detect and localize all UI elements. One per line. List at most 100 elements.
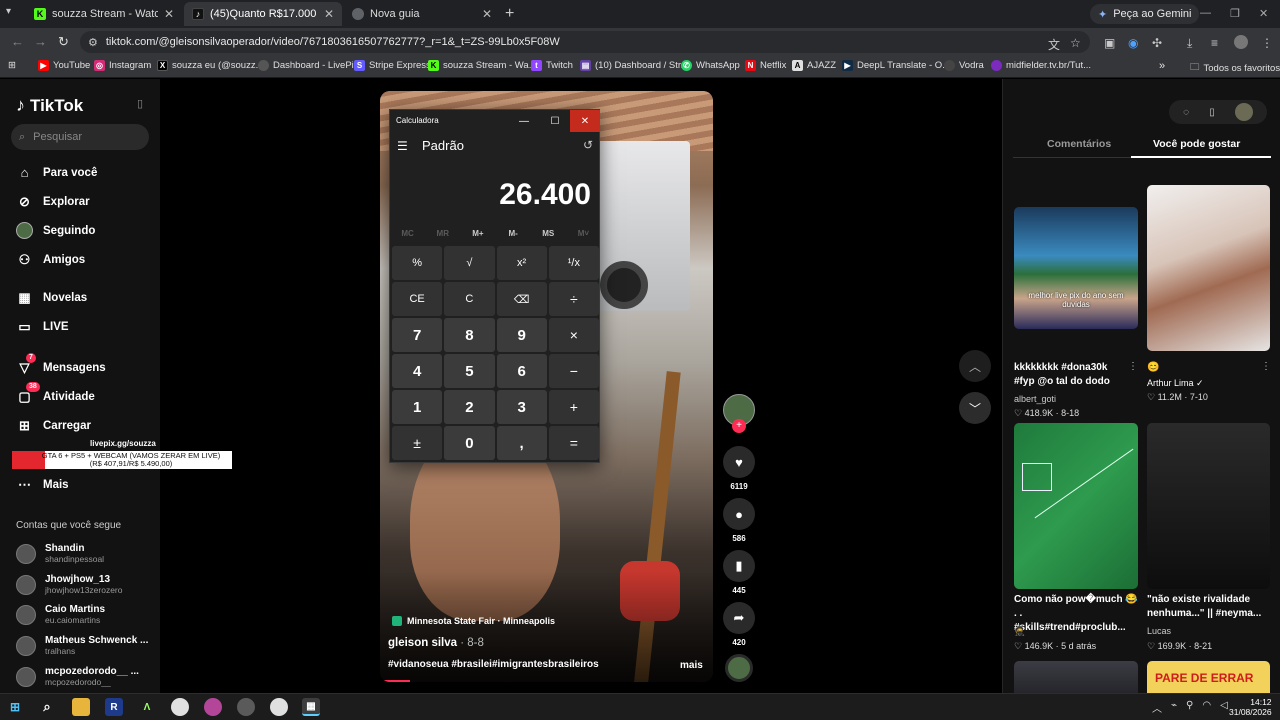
volume-icon[interactable]: ◁ [1220,700,1228,715]
following-account[interactable]: Caio Martins eu.caiomartins [16,604,105,625]
minimize-icon[interactable]: — [1200,7,1211,19]
close-tab-icon[interactable]: ✕ [482,7,492,21]
close-tab-icon[interactable]: ✕ [324,7,334,21]
music-disc-icon[interactable] [725,654,753,682]
apps-icon[interactable]: ⊞ [8,60,16,71]
suggested-video-card[interactable]: PARE DE ERRAR "não existe rivalidade nenh… [1147,423,1271,653]
menu-icon[interactable]: ⋮ [1261,36,1273,50]
following-account[interactable]: Matheus Schwenck ... tralhans [16,635,148,656]
more-options-icon[interactable]: ⋮ [1128,361,1138,372]
nav-mais[interactable]: ⋯ Mais [16,476,69,493]
all-bookmarks-folder[interactable]: 🗀 Todos os favoritos [1190,60,1280,76]
clear-entry-key[interactable]: CE [392,282,443,316]
clear-key[interactable]: C [444,282,495,316]
extension-icon[interactable]: ▣ [1104,36,1115,50]
nav-seguindo[interactable]: Seguindo [16,222,95,239]
bookmark-kick-stream[interactable]: Ksouzza Stream - Wa... [428,60,537,71]
tab-comentarios[interactable]: Comentários [1047,138,1111,150]
decimal-key[interactable]: , [496,426,547,460]
digit-4-key[interactable]: 4 [392,354,443,388]
usb-icon[interactable]: ⚲ [1186,700,1193,715]
suggested-video-card[interactable]: 😊 Arthur Lima ✓ ♡ 11.2M · 7-10 ⋮ [1147,185,1271,415]
more-bookmarks-icon[interactable]: » [1159,60,1165,72]
memory-subtract-button[interactable]: M- [496,229,531,238]
memory-clear-button[interactable]: MC [390,229,425,238]
following-account[interactable]: Jhowjhow_13 jhowjhow13zerozero [16,574,123,595]
close-window-icon[interactable]: ✕ [1259,7,1268,20]
chrome-icon[interactable] [171,698,189,716]
nav-live[interactable]: ▭ LIVE [16,318,68,335]
restore-icon[interactable]: ❐ [1230,7,1240,20]
nav-para-voce[interactable]: ⌂ Para você [16,164,98,181]
bookmark-x-souzza[interactable]: Xsouzza eu (@souzz... [157,60,264,71]
network-icon[interactable]: ⌁ [1171,700,1177,715]
subtract-key[interactable]: − [548,354,599,388]
url-text[interactable]: tiktok.com/@gleisonsilvaoperador/video/7… [106,36,560,48]
next-video-button[interactable]: ﹀ [959,392,991,424]
bookmark-netflix[interactable]: N Netflix [745,60,786,71]
add-key[interactable]: + [548,390,599,424]
digit-9-key[interactable]: 9 [496,318,547,352]
reciprocal-key[interactable]: ¹/x [548,246,599,280]
digit-8-key[interactable]: 8 [444,318,495,352]
close-window-button[interactable]: ✕ [570,110,600,132]
bookmark-twitch[interactable]: t Twitch [531,60,573,71]
memory-list-button[interactable]: M˅ [566,229,601,238]
memory-recall-button[interactable]: MR [425,229,460,238]
extensions-puzzle-icon[interactable]: ✣ [1152,36,1162,50]
negate-key[interactable]: ± [392,426,443,460]
bookmark-livepix[interactable]: Dashboard - LivePix [258,60,359,71]
calculator-window[interactable]: Calculadora — ☐ ✕ ☰ Padrão ↺ 26.400 MC M… [389,109,600,463]
bookmark-youtube[interactable]: ▶ YouTube [38,60,90,71]
memory-add-button[interactable]: M+ [460,229,495,238]
digit-2-key[interactable]: 2 [444,390,495,424]
suggested-video-card[interactable]: melhor live pix do ano sem duvidas kkkkk… [1014,185,1139,418]
address-bar[interactable]: ⚙ tiktok.com/@gleisonsilvaoperador/video… [80,31,1090,53]
nav-carregar[interactable]: ⊞ Carregar [16,417,91,434]
taskbar-clock[interactable]: 14:12 31/08/2026 [1229,697,1272,717]
following-account[interactable]: Shandin shandinpessoal [16,543,104,564]
percent-key[interactable]: % [392,246,443,280]
download-icon[interactable]: ⤓ [1187,36,1192,51]
maximize-icon[interactable]: ☐ [539,110,571,132]
multiply-key[interactable]: × [548,318,599,352]
sqrt-key[interactable]: √ [444,246,495,280]
chevron-up-icon[interactable]: ︿ [1152,700,1162,715]
digit-0-key[interactable]: 0 [444,426,495,460]
windows-start-icon[interactable]: ⊞ [6,698,24,716]
collapse-sidebar-icon[interactable]: ▯ [137,97,143,110]
back-icon[interactable]: ← [11,34,24,49]
tab-voce-pode-gostar[interactable]: Você pode gostar [1153,138,1240,150]
digit-7-key[interactable]: 7 [392,318,443,352]
nav-amigos[interactable]: ⚇ Amigos [16,251,86,268]
digit-5-key[interactable]: 5 [444,354,495,388]
digit-1-key[interactable]: 1 [392,390,443,424]
digit-3-key[interactable]: 3 [496,390,547,424]
video-author[interactable]: gleison silva · 8-8 [388,637,484,649]
profile-avatar[interactable] [1234,103,1253,121]
backspace-key[interactable]: ⌫ [496,282,547,316]
comment-action[interactable]: ● 586 [723,498,755,543]
bookmark-vodra[interactable]: Vodra [944,60,984,71]
chrome-icon[interactable] [270,698,288,716]
divide-key[interactable]: ÷ [548,282,599,316]
bookmark-instagram[interactable]: ◎ Instagram [94,60,151,71]
video-location[interactable]: Minnesota State Fair · Minneapolis [392,616,555,626]
bookmark-star-icon[interactable]: ☆ [1070,36,1081,50]
following-account[interactable]: mcpozedorodo__ ... mcpozedorodo__ [16,666,139,687]
bookmark-stripe[interactable]: S Stripe Express [354,60,431,71]
tiktok-logo[interactable]: ♪ TikTok [16,95,83,116]
phone-icon[interactable]: ▯ [1209,107,1215,118]
profile-avatar[interactable] [1234,35,1248,49]
coin-icon[interactable]: ◌ [1183,107,1189,118]
chrome-profile-icon[interactable] [204,698,222,716]
bookmark-deepl[interactable]: ▶ DeepL Translate - O... [842,60,950,71]
bookmark-ajazz[interactable]: A AJAZZ [792,60,836,71]
site-info-icon[interactable]: ⚙ [88,36,98,49]
hamburger-menu-icon[interactable]: ☰ [397,139,408,153]
tab-souzza-stream[interactable]: K souzza Stream - Watch Live on ✕ [26,2,182,26]
reload-icon[interactable]: ↻ [58,34,69,50]
gemini-button[interactable]: ✦ Peça ao Gemini [1090,4,1200,24]
share-action[interactable]: ➦ 420 [723,602,755,647]
nav-explorar[interactable]: ⊘ Explorar [16,193,90,210]
